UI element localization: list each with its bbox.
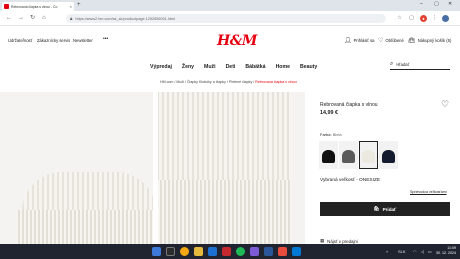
chevron-up-icon[interactable]: ˄ (386, 249, 388, 254)
windows-taskbar: ˄ SLK ◠ ◁ ▭ 11:09 30. 12. 2024 (0, 244, 460, 259)
favourites-link[interactable]: ♡ Obľúbené (378, 37, 404, 44)
link-newsletter[interactable]: Newsletter (73, 38, 93, 43)
cart-label: Nákupný košík (5) (417, 38, 452, 43)
user-icon: 👤︎ (344, 38, 352, 44)
outlook-icon[interactable] (292, 247, 301, 256)
start-icon[interactable] (152, 247, 161, 256)
file-explorer-icon[interactable] (194, 247, 203, 256)
breadcrumb: HM.com / Muži / Čiapky Klobúky a čiapky … (160, 80, 297, 84)
back-icon[interactable]: ← (6, 15, 12, 22)
search-taskbar-icon[interactable] (166, 247, 175, 256)
menu-icon[interactable]: ⋮ (431, 15, 438, 22)
tab-title: Rebrovaná čiapka s vlnou - Čo (11, 4, 58, 9)
color-swatch-black[interactable] (319, 141, 338, 169)
new-tab-icon[interactable]: + (77, 2, 81, 9)
find-in-store-label: Nájsť v predajni (327, 238, 358, 244)
link-customer-service[interactable]: Zákaznícky servis (37, 38, 70, 43)
swatch-hat-icon (362, 150, 375, 163)
extension-icon[interactable]: ● (420, 15, 427, 22)
app-icon-red[interactable] (222, 247, 231, 256)
color-line: Farba: Biela (320, 132, 342, 137)
main-navigation: Výpredaj Ženy Muži Deti Bábätká Home Bea… (150, 64, 317, 70)
beanie-cuff (18, 210, 153, 245)
add-button-label: Pridať (382, 206, 397, 212)
app-icon-purple[interactable] (250, 247, 259, 256)
search-placeholder: Hľadať (396, 62, 410, 67)
hm-logo[interactable]: H&M (217, 33, 257, 49)
nav-item-baby[interactable]: Bábätká (245, 64, 265, 70)
edge-icon[interactable] (208, 247, 217, 256)
firefox-icon[interactable] (180, 247, 189, 256)
color-swatch-white[interactable] (359, 141, 378, 169)
browser-toolbar: ← → ↻ ⌂ 🔒︎ https://www2.hm.com/sk_sk/pro… (0, 11, 460, 26)
product-image-main[interactable] (0, 92, 153, 245)
favourites-label: Obľúbené (385, 38, 404, 43)
collections-icon[interactable]: ▢ (408, 15, 415, 22)
clock[interactable]: 11:09 30. 12. 2024 (436, 246, 456, 256)
hm-favicon-icon (4, 4, 9, 9)
link-sustainability[interactable]: Udržateľnosť (8, 38, 32, 43)
signin-label: Prihlásiť sa (353, 38, 375, 43)
swatch-hat-icon (342, 150, 355, 163)
swatch-hat-icon (322, 150, 335, 163)
star-icon[interactable]: ☆ (396, 15, 403, 22)
close-window-icon[interactable]: ✕ (448, 1, 452, 7)
nav-item-kids[interactable]: Deti (226, 64, 236, 70)
app-icon-green[interactable] (236, 247, 245, 256)
language-indicator[interactable]: SLK (398, 249, 406, 254)
beanie-detail-cuff (158, 180, 292, 245)
bag-icon: 👜︎ (408, 38, 416, 44)
color-swatch-grey[interactable] (339, 141, 358, 169)
word-icon[interactable] (264, 247, 273, 256)
nav-item-sale[interactable]: Výpredaj (150, 64, 172, 70)
reload-icon[interactable]: ↻ (30, 15, 35, 22)
bag-icon: 🛍︎ (373, 206, 380, 211)
home-icon[interactable]: ⌂ (42, 15, 46, 22)
cart-link[interactable]: 👜︎ Nákupný košík (5) (408, 37, 451, 44)
swatch-hat-icon (382, 150, 395, 163)
search-icon: ⌕ (390, 61, 394, 67)
add-to-favourites-icon[interactable]: ♡ (441, 100, 449, 109)
url-text: https://www2.hm.com/sk_sk/productpage.12… (75, 16, 176, 21)
add-to-bag-button[interactable]: 🛍︎ Pridať (320, 202, 450, 216)
signin-link[interactable]: 👤︎ Prihlásiť sa (344, 37, 375, 44)
address-bar[interactable]: 🔒︎ https://www2.hm.com/sk_sk/productpage… (66, 14, 386, 23)
close-tab-icon[interactable]: × (70, 4, 72, 9)
color-swatches (319, 141, 398, 169)
size-selected: Vybraná veľkosť - ONESIZE (320, 178, 381, 183)
breadcrumb-path[interactable]: HM.com / Muži / Čiapky Klobúky a čiapky … (160, 80, 255, 84)
volume-icon[interactable]: ◁ (421, 249, 424, 254)
profile-avatar[interactable] (442, 15, 449, 22)
product-image-detail[interactable] (158, 92, 305, 245)
nav-item-men[interactable]: Muži (204, 64, 216, 70)
lock-icon: 🔒︎ (70, 16, 73, 21)
product-name: Rebrovaná čiapka s vlnou (320, 102, 378, 108)
color-value: Biela (332, 132, 342, 137)
color-label: Farba: (320, 132, 332, 137)
browser-tab-bar: Rebrovaná čiapka s vlnou - Čo × + – ▢ ✕ (0, 0, 460, 11)
search-field[interactable]: ⌕ Hľadať (390, 60, 450, 70)
more-links-icon[interactable]: ••• (103, 36, 108, 42)
heart-icon: ♡ (378, 38, 384, 44)
clock-date: 30. 12. 2024 (436, 251, 456, 255)
wifi-icon[interactable]: ◠ (413, 249, 417, 254)
nav-item-women[interactable]: Ženy (182, 64, 194, 70)
nav-item-home[interactable]: Home (276, 64, 290, 70)
breadcrumb-current: Rebrovaná čiapka s vlnou (255, 80, 297, 84)
beanie-detail-crown (158, 92, 292, 187)
color-swatch-navy[interactable] (379, 141, 398, 169)
maximize-icon[interactable]: ▢ (434, 1, 439, 7)
nav-item-beauty[interactable]: Beauty (300, 64, 317, 70)
browser-tab[interactable]: Rebrovaná čiapka s vlnou - Čo × (2, 2, 74, 11)
product-price: 14,99 € (320, 110, 338, 116)
minimize-icon[interactable]: – (420, 1, 423, 7)
size-guide-link[interactable]: Sprievodca veľkosťami (410, 190, 447, 194)
forward-icon[interactable]: → (18, 15, 24, 22)
battery-icon[interactable]: ▭ (428, 249, 432, 254)
app-icon-orange[interactable] (278, 247, 287, 256)
